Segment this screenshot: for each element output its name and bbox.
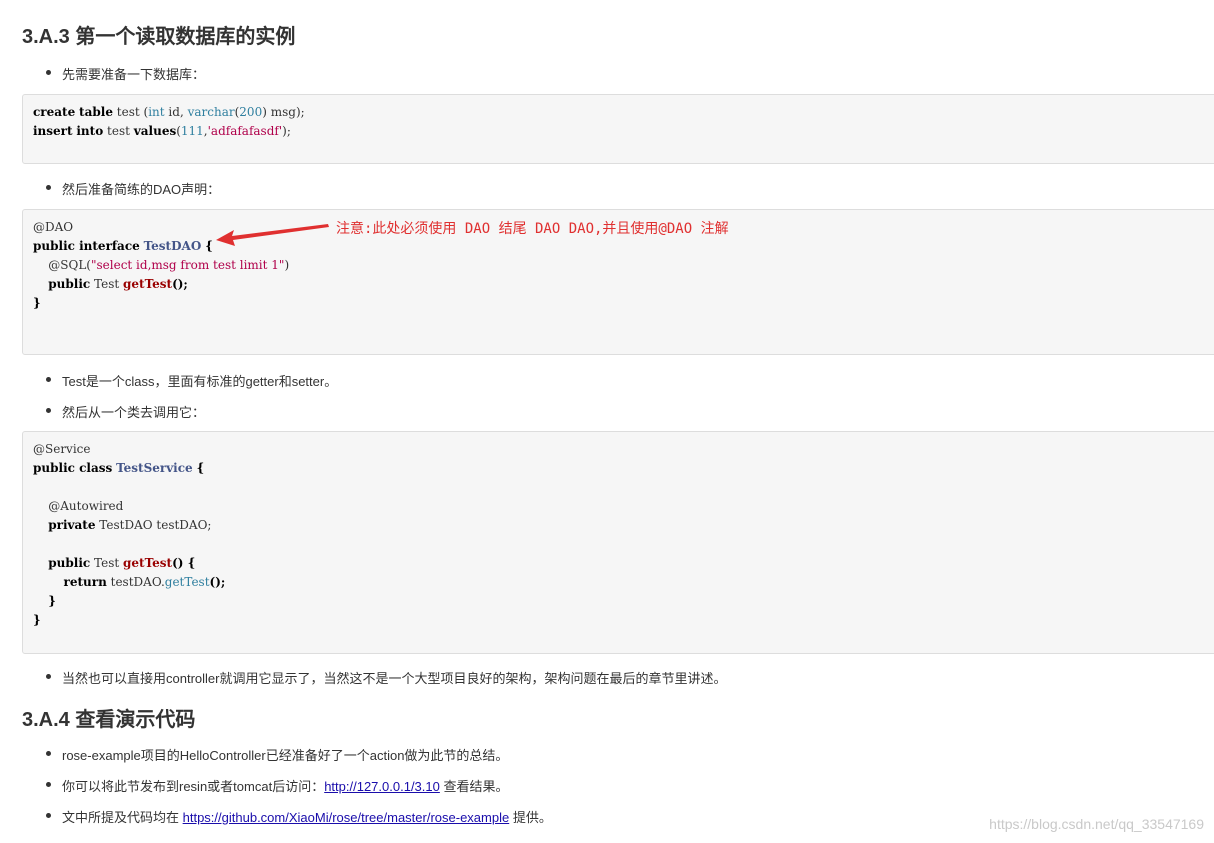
list-item-text: Test是一个class，里面有标准的getter和setter。 [62, 374, 338, 389]
watermark: https://blog.csdn.net/qq_33547169 [989, 816, 1204, 832]
list-item-text: 当然也可以直接用controller就调用它显示了，当然这不是一个大型项目良好的… [62, 671, 727, 686]
bullet-dot [46, 751, 51, 756]
bullet-dot [46, 782, 51, 787]
list-item-text: rose-example项目的HelloController已经准备好了一个ac… [62, 748, 509, 763]
bullet-dot [46, 185, 51, 190]
demo-url-link[interactable]: http://127.0.0.1/3.10 [324, 779, 440, 794]
bullet-dot [46, 674, 51, 679]
bullet-dot [46, 70, 51, 75]
github-link[interactable]: https://github.com/XiaoMi/rose/tree/mast… [183, 810, 510, 825]
list-item-text: 先需要准备一下数据库： [62, 67, 206, 82]
section-heading-3a4: 3.A.4 查看演示代码 [22, 709, 196, 731]
annotation-note: 注意:此处必须使用 DAO 结尾 DAO DAO,并且使用@DAO 注解 [336, 221, 729, 237]
annotation-arrow-icon [216, 224, 329, 246]
code-line: create table test (int id, varchar(200) … [33, 105, 305, 119]
code-block-service: @Service public class TestService { @Aut… [22, 431, 1214, 654]
code-block-sql: create table test (int id, varchar(200) … [22, 94, 1214, 164]
list-item-text: 文中所提及代码均在 https://github.com/XiaoMi/rose… [62, 810, 552, 825]
list-item-text: 你可以将此节发布到resin或者tomcat后访问：http://127.0.0… [62, 779, 509, 794]
bullet-dot [46, 377, 51, 382]
list-item-text: 然后准备简练的DAO声明： [62, 182, 221, 197]
code-line: insert into test values(111,'adfafafasdf… [33, 124, 291, 138]
section-heading-3a3: 3.A.3 第一个读取数据库的实例 [22, 26, 296, 48]
bullet-dot [46, 813, 51, 818]
list-item-text: 然后从一个类去调用它： [62, 405, 206, 420]
code-content: create table test (int id, varchar(200) … [33, 103, 305, 141]
code-content: @Service public class TestService { @Aut… [33, 442, 226, 627]
bullet-dot [46, 408, 51, 413]
